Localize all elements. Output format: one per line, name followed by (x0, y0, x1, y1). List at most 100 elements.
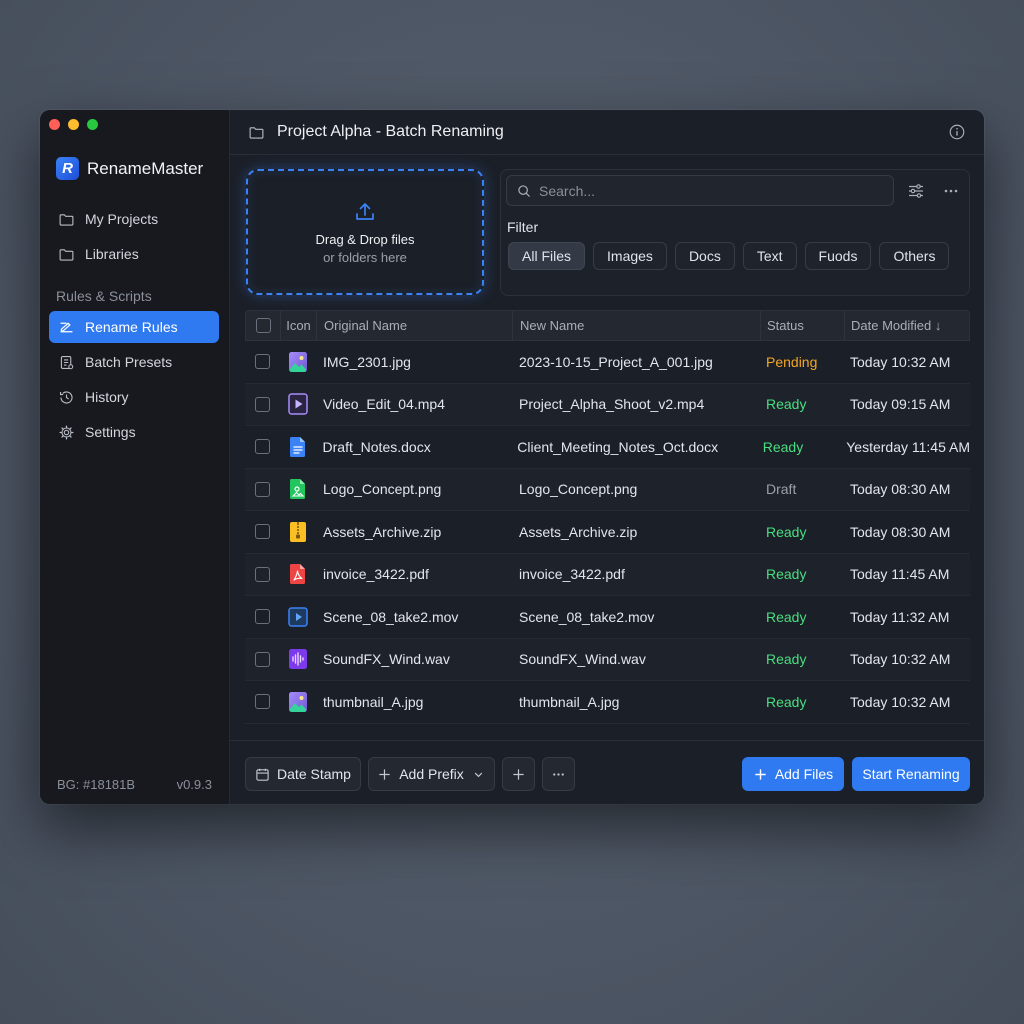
new-name-cell: Assets_Archive.zip (519, 523, 638, 540)
start-renaming-button[interactable]: Start Renaming (852, 757, 970, 791)
zoom-window-button[interactable] (87, 119, 98, 130)
filter-chip-all-files[interactable]: All Files (508, 242, 586, 270)
table-row[interactable]: SoundFX_Wind.wav SoundFX_Wind.wav Ready Tod… (245, 638, 970, 681)
plus-icon (379, 768, 390, 780)
table-row[interactable]: Video_Edit_04.mp4 Project_Alpha_Shoot_v2.… (245, 383, 970, 426)
folder-icon (249, 126, 264, 139)
row-checkbox-cell (245, 651, 280, 667)
original-name-cell: thumbnail_A.jpg (323, 693, 424, 710)
header-new-name[interactable]: New Name (513, 311, 761, 340)
filter-panel: Filter All Files Images Docs Text Fuods … (500, 169, 970, 296)
video-file-icon (280, 393, 316, 415)
table-row[interactable]: Assets_Archive.zip Assets_Archive.zip Read… (245, 511, 970, 554)
plus-icon (513, 768, 524, 780)
new-name-cell: Client_Meeting_Notes_Oct.docx (517, 438, 719, 455)
info-icon[interactable] (948, 123, 966, 141)
row-checkbox[interactable] (255, 396, 270, 412)
header-status[interactable]: Status (761, 311, 845, 340)
new-name-cell: Project_Alpha_Shoot_v2.mp4 (519, 396, 705, 413)
sidebar-item-label: Settings (85, 424, 136, 440)
more-options-icon (553, 772, 564, 776)
row-checkbox[interactable] (255, 354, 270, 370)
audio-file-icon (280, 648, 316, 670)
filter-chips: All Files Images Docs Text Fuods Others (508, 242, 950, 270)
sliders-icon[interactable] (907, 182, 925, 200)
table-row[interactable]: Draft_Notes.docx Client_Meeting_Notes_Oct… (245, 426, 970, 469)
row-checkbox-cell (245, 609, 280, 625)
drop-zone[interactable]: Drag & Drop files or folders here (246, 169, 484, 295)
sidebar-item-label: My Projects (85, 211, 159, 227)
status-badge: Draft (766, 481, 797, 498)
filter-label: Filter (507, 219, 539, 235)
page-title: Project Alpha - Batch Renaming (277, 123, 504, 140)
status-badge: Ready (766, 566, 807, 583)
png-file-icon (280, 478, 316, 500)
sidebar-item-label: Batch Presets (85, 354, 173, 370)
row-checkbox[interactable] (255, 566, 270, 582)
date-modified-cell: Today 11:32 AM (850, 608, 950, 625)
status-badge: Ready (766, 693, 807, 710)
filter-chip-images[interactable]: Images (593, 242, 667, 270)
upload-icon (356, 202, 374, 220)
new-name-cell: Logo_Concept.png (519, 481, 638, 498)
table-row[interactable]: IMG_2301.jpg 2023-10-15_Project_A_001.jpg… (245, 341, 970, 384)
header-date-modified[interactable]: Date Modified ↓ (845, 311, 969, 340)
filter-chip-fuods[interactable]: Fuods (804, 242, 872, 270)
row-checkbox-cell (245, 566, 280, 582)
sidebar-item-settings[interactable]: Settings (49, 416, 219, 448)
movie-file-icon (280, 606, 316, 628)
calendar-icon (256, 768, 269, 781)
row-checkbox[interactable] (255, 524, 270, 540)
row-checkbox[interactable] (255, 651, 270, 667)
row-checkbox-cell (245, 694, 280, 710)
sidebar-item-batch-presets[interactable]: Batch Presets (49, 346, 219, 378)
table-row[interactable]: invoice_3422.pdf invoice_3422.pdf Ready Tod… (245, 553, 970, 596)
status-badge: Ready (766, 608, 807, 625)
table-body: IMG_2301.jpg 2023-10-15_Project_A_001.jpg… (245, 341, 970, 724)
original-name-cell: IMG_2301.jpg (323, 353, 411, 370)
date-modified-cell: Today 08:30 AM (850, 481, 951, 498)
sidebar-item-rename-rules[interactable]: Rename Rules (49, 311, 219, 343)
filter-chip-docs[interactable]: Docs (674, 242, 735, 270)
search-box (506, 175, 894, 206)
filter-chip-others[interactable]: Others (879, 242, 950, 270)
status-badge: Ready (766, 396, 807, 413)
sidebar-item-label: History (85, 389, 129, 405)
table-row[interactable]: thumbnail_A.jpg thumbnail_A.jpg Ready Today… (245, 681, 970, 724)
main-panel: Project Alpha - Batch Renaming Drag & Dr… (230, 110, 984, 804)
folder-icon (59, 213, 74, 226)
drop-zone-subtitle: or folders here (323, 249, 407, 265)
add-rule-button[interactable] (502, 757, 535, 791)
more-actions-button[interactable] (542, 757, 575, 791)
search-input[interactable] (539, 182, 869, 199)
version-label: v0.9.3 (176, 777, 212, 792)
row-checkbox[interactable] (254, 439, 270, 455)
row-checkbox-cell (245, 524, 280, 540)
row-checkbox[interactable] (255, 609, 270, 625)
sidebar-item-libraries[interactable]: Libraries (49, 238, 219, 270)
filter-chip-text[interactable]: Text (742, 242, 797, 270)
add-files-button[interactable]: Add Files (742, 757, 844, 791)
date-stamp-button[interactable]: Date Stamp (245, 757, 361, 791)
date-modified-cell: Today 11:45 AM (850, 566, 950, 583)
date-modified-cell: Today 09:15 AM (850, 396, 951, 413)
new-name-cell: invoice_3422.pdf (519, 566, 625, 583)
table-row[interactable]: Logo_Concept.png Logo_Concept.png Draft Tod… (245, 468, 970, 511)
close-window-button[interactable] (49, 119, 60, 130)
sidebar-footer: BG: #18181B v0.9.3 (57, 777, 212, 792)
select-all-checkbox[interactable] (255, 318, 271, 333)
status-badge: Pending (766, 353, 818, 370)
table-row[interactable]: Scene_08_take2.mov Scene_08_take2.mov Read… (245, 596, 970, 639)
sidebar-item-history[interactable]: History (49, 381, 219, 413)
sidebar-item-my-projects[interactable]: My Projects (49, 203, 219, 235)
new-name-cell: Scene_08_take2.mov (519, 608, 655, 625)
more-options-icon[interactable] (942, 182, 960, 200)
add-prefix-button[interactable]: Add Prefix (368, 757, 495, 791)
row-checkbox[interactable] (255, 694, 270, 710)
row-checkbox[interactable] (255, 481, 270, 497)
header-original-name[interactable]: Original Name (317, 311, 513, 340)
minimize-window-button[interactable] (68, 119, 79, 130)
date-stamp-label: Date Stamp (277, 766, 351, 782)
rename-rules-icon (60, 322, 73, 332)
status-badge: Ready (762, 438, 804, 455)
